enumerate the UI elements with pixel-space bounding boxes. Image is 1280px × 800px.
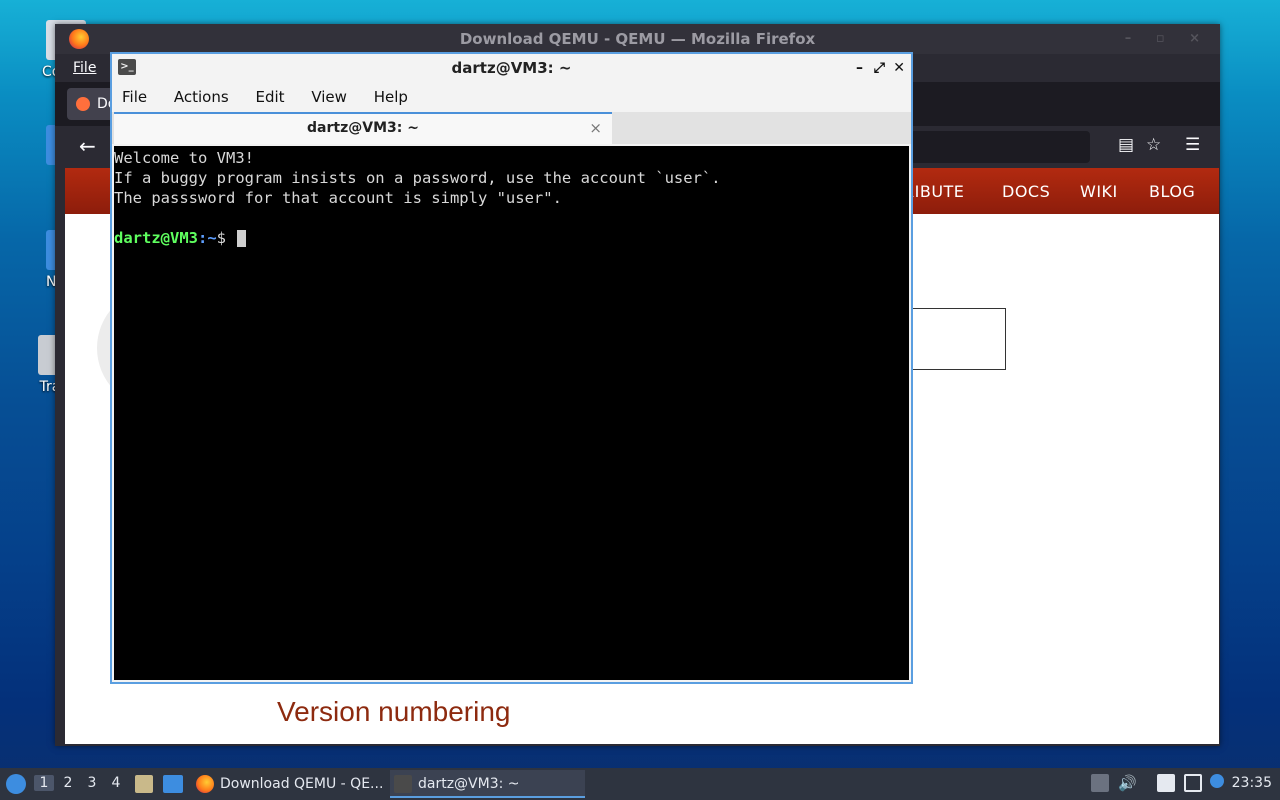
taskbar-task-label: Download QEMU - QE... <box>220 776 384 792</box>
clipboard-icon[interactable] <box>1157 774 1175 792</box>
terminal-output[interactable]: Welcome to VM3! If a buggy program insis… <box>114 146 909 680</box>
back-arrow-icon[interactable]: ← <box>79 134 96 158</box>
clock[interactable]: 23:35 <box>1232 775 1272 791</box>
search-box[interactable] <box>910 308 1006 370</box>
terminal-tabbar: dartz@VM3: ~ × <box>112 112 911 144</box>
workspace-1[interactable]: 1 <box>34 775 54 791</box>
maximize-icon[interactable]: ⤢ <box>874 54 885 82</box>
network-monitor-icon[interactable] <box>1184 774 1202 792</box>
workspace-4[interactable]: 4 <box>106 775 126 791</box>
tab-close-icon[interactable]: × <box>589 114 602 142</box>
prompt-path: :~ <box>198 229 217 247</box>
terminal-menu-actions[interactable]: Actions <box>174 88 229 106</box>
taskbar-task-terminal[interactable]: dartz@VM3: ~ <box>390 770 585 798</box>
nav-wiki-link[interactable]: WIKI <box>1080 182 1118 201</box>
firefox-logo-icon <box>69 29 89 49</box>
hamburger-menu-icon[interactable]: ☰ <box>1185 135 1200 155</box>
bookmark-star-icon[interactable]: ☆ <box>1146 135 1161 155</box>
terminal-menu-view[interactable]: View <box>311 88 347 106</box>
firefox-menu-file[interactable]: File <box>73 60 96 76</box>
terminal-icon <box>394 775 412 793</box>
show-desktop-icon[interactable] <box>163 775 183 793</box>
taskbar-task-label: dartz@VM3: ~ <box>418 776 520 792</box>
terminal-menu-edit[interactable]: Edit <box>255 88 284 106</box>
reader-view-icon[interactable]: ▤ <box>1118 135 1134 155</box>
firefox-window-title: Download QEMU - QEMU — Mozilla Firefox <box>459 30 816 48</box>
tray-up-icon[interactable] <box>1091 774 1109 792</box>
terminal-app-icon: >_ <box>118 59 136 75</box>
firefox-titlebar[interactable]: Download QEMU - QEMU — Mozilla Firefox –… <box>55 24 1220 54</box>
close-icon[interactable]: ✕ <box>893 54 905 82</box>
terminal-tab-label: dartz@VM3: ~ <box>307 120 419 136</box>
start-menu-icon[interactable] <box>6 774 26 794</box>
terminal-window-title: dartz@VM3: ~ <box>451 59 572 77</box>
update-notifier-icon[interactable] <box>1210 774 1224 788</box>
taskbar-task-firefox[interactable]: Download QEMU - QE... <box>192 770 385 798</box>
nav-docs-link[interactable]: DOCS <box>1002 182 1050 201</box>
nav-blog-link[interactable]: BLOG <box>1149 182 1195 201</box>
terminal-tab[interactable]: dartz@VM3: ~ × <box>114 112 612 144</box>
terminal-menu-help[interactable]: Help <box>374 88 408 106</box>
terminal-line: The passsword for that account is simply… <box>114 189 562 207</box>
terminal-titlebar[interactable]: >_ dartz@VM3: ~ – ⤢ ✕ <box>112 54 911 82</box>
terminal-window[interactable]: >_ dartz@VM3: ~ – ⤢ ✕ File Actions Edit … <box>110 52 913 684</box>
volume-icon[interactable]: 🔊 <box>1118 774 1137 792</box>
terminal-line: If a buggy program insists on a password… <box>114 169 721 187</box>
terminal-menubar: File Actions Edit View Help <box>112 82 911 112</box>
terminal-line: Welcome to VM3! <box>114 149 254 167</box>
workspace-3[interactable]: 3 <box>82 775 102 791</box>
terminal-cursor <box>237 230 247 247</box>
file-manager-icon[interactable] <box>135 775 153 793</box>
firefox-window-controls[interactable]: – ▫ × <box>1125 24 1210 54</box>
taskbar: 1 2 3 4 Download QEMU - QE... dartz@VM3:… <box>0 768 1280 800</box>
terminal-prompt: dartz@VM3:~$ <box>114 228 909 248</box>
workspace-2[interactable]: 2 <box>58 775 78 791</box>
qemu-favicon-icon <box>76 97 90 111</box>
terminal-menu-file[interactable]: File <box>122 88 147 106</box>
prompt-symbol: $ <box>216 229 236 247</box>
version-numbering-heading: Version numbering <box>277 696 511 727</box>
prompt-user: dartz@VM3 <box>114 229 198 247</box>
firefox-icon <box>196 775 214 793</box>
minimize-icon[interactable]: – <box>856 54 863 82</box>
url-bar[interactable] <box>910 131 1090 163</box>
